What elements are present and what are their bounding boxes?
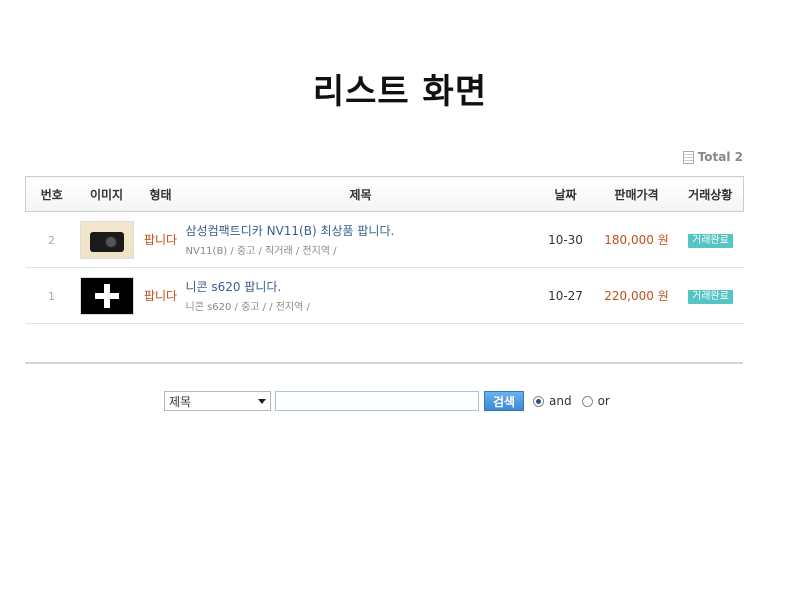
page: 리스트 화면 Total 2 번호 이미지 형태 제목 날짜 판매가격 거래상황: [0, 0, 800, 600]
header-title: 제목: [185, 176, 536, 212]
row-number: 1: [48, 289, 55, 303]
radio-or[interactable]: [581, 395, 593, 407]
chevron-down-icon: [258, 398, 266, 404]
header-num: 번호: [25, 176, 78, 212]
table-row: 2 팝니다 삼성컴팩트디카 NV11(B) 최상품 팝니다. NV11(B) /…: [25, 211, 744, 268]
row-title-link[interactable]: 삼성컴팩트디카 NV11(B) 최상품 팝니다.: [186, 222, 536, 239]
radio-or-label: or: [597, 394, 610, 408]
row-date: 10-27: [548, 288, 583, 303]
total-label: Total 2: [697, 150, 743, 164]
row-title-link[interactable]: 니콘 s620 팝니다.: [186, 278, 536, 295]
row-number: 2: [48, 233, 55, 247]
header-price: 판매가격: [595, 176, 678, 212]
page-title: 리스트 화면: [312, 72, 488, 112]
radio-and-option[interactable]: and: [533, 394, 572, 408]
header-type: 형태: [135, 176, 186, 212]
row-price: 180,000 원: [604, 233, 669, 247]
header-status: 거래상황: [677, 176, 744, 212]
row-price: 220,000 원: [604, 289, 669, 303]
row-type: 팝니다: [143, 233, 178, 247]
table-row: 1 팝니다 니콘 s620 팝니다. 니콘 s620 / 중고 / / 전지역 …: [25, 267, 744, 324]
row-meta: NV11(B) / 중고 / 직거래 / 전지역 /: [185, 246, 337, 257]
section-divider: [25, 362, 743, 364]
search-field-select[interactable]: 제목: [164, 391, 271, 411]
status-badge: 거래완료: [688, 233, 733, 248]
radio-or-option[interactable]: or: [581, 394, 610, 408]
search-field-selected: 제목: [169, 394, 192, 409]
search-button[interactable]: 검색: [484, 391, 524, 411]
placeholder-thumbnail-icon[interactable]: [79, 276, 134, 315]
header-image: 이미지: [77, 176, 136, 212]
total-count: Total 2: [682, 150, 743, 164]
document-icon: [682, 150, 694, 164]
row-meta: 니콘 s620 / 중고 / / 전지역 /: [185, 302, 310, 313]
search-input[interactable]: [275, 391, 479, 411]
radio-and-label: and: [549, 394, 572, 408]
search-bar: 제목 검색 and or: [164, 390, 610, 412]
camera-thumbnail-icon[interactable]: [79, 220, 134, 259]
radio-and[interactable]: [533, 395, 544, 407]
row-date: 10-30: [548, 232, 583, 247]
listing-table: 번호 이미지 형태 제목 날짜 판매가격 거래상황 2 팝니다 삼성컴팩트디카 …: [25, 176, 744, 324]
table-header-row: 번호 이미지 형태 제목 날짜 판매가격 거래상황: [25, 176, 744, 212]
row-type: 팝니다: [143, 289, 178, 303]
header-date: 날짜: [535, 176, 596, 212]
status-badge: 거래완료: [688, 289, 733, 304]
